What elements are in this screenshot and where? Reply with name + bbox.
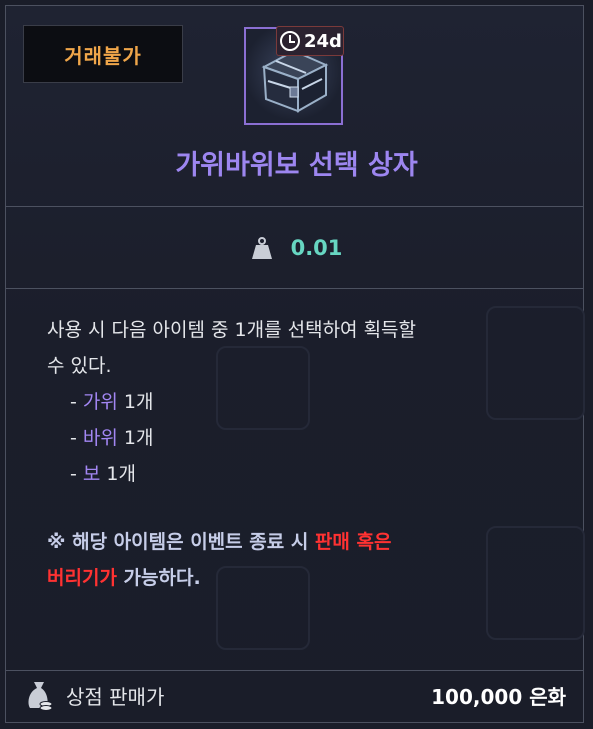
weight-icon [251, 237, 272, 259]
shop-price-value: 100,000 은화 [431, 685, 566, 709]
option-name: 가위 [82, 391, 118, 413]
option-item: - 가위 1개 [70, 391, 154, 413]
expiry-timer-value: 24d [304, 30, 342, 52]
divider [6, 288, 584, 289]
notice-text: ※ 해당 아이템은 이벤트 종료 시 [47, 531, 315, 553]
description-line: 수 있다. [47, 355, 112, 377]
notice-warning: 버리기가 [47, 567, 117, 589]
notice-text: 가능하다. [116, 567, 201, 589]
shop-price-label: 상점 판매가 [66, 685, 165, 709]
notice-warning: 판매 혹은 [314, 531, 392, 553]
clock-icon [280, 31, 300, 51]
option-qty: 1개 [100, 463, 136, 485]
option-item: - 바위 1개 [70, 427, 154, 449]
option-item: - 보 1개 [70, 463, 136, 485]
event-notice: ※ 해당 아이템은 이벤트 종료 시 판매 혹은 버리기가 가능하다. [47, 524, 547, 596]
divider [6, 206, 584, 207]
option-qty: 1개 [117, 391, 154, 413]
item-description: 사용 시 다음 아이템 중 1개를 선택하여 획득할 수 있다. - 가위 1개… [47, 312, 547, 492]
option-name: 바위 [82, 427, 118, 449]
option-name: 보 [82, 463, 101, 485]
trade-restricted-badge: 거래불가 [23, 25, 183, 83]
trade-restricted-label: 거래불가 [64, 43, 142, 68]
expiry-timer-badge: 24d [276, 26, 344, 56]
item-name: 가위바위보 선택 상자 [175, 150, 418, 181]
option-qty: 1개 [117, 427, 154, 449]
money-bag-icon [28, 682, 53, 711]
shop-price-footer: 상점 판매가 100,000 은화 [6, 670, 584, 722]
description-line: 사용 시 다음 아이템 중 1개를 선택하여 획득할 [47, 319, 417, 341]
weight-value: 0.01 [290, 236, 343, 260]
weight-row: 0.01 [0, 228, 593, 268]
